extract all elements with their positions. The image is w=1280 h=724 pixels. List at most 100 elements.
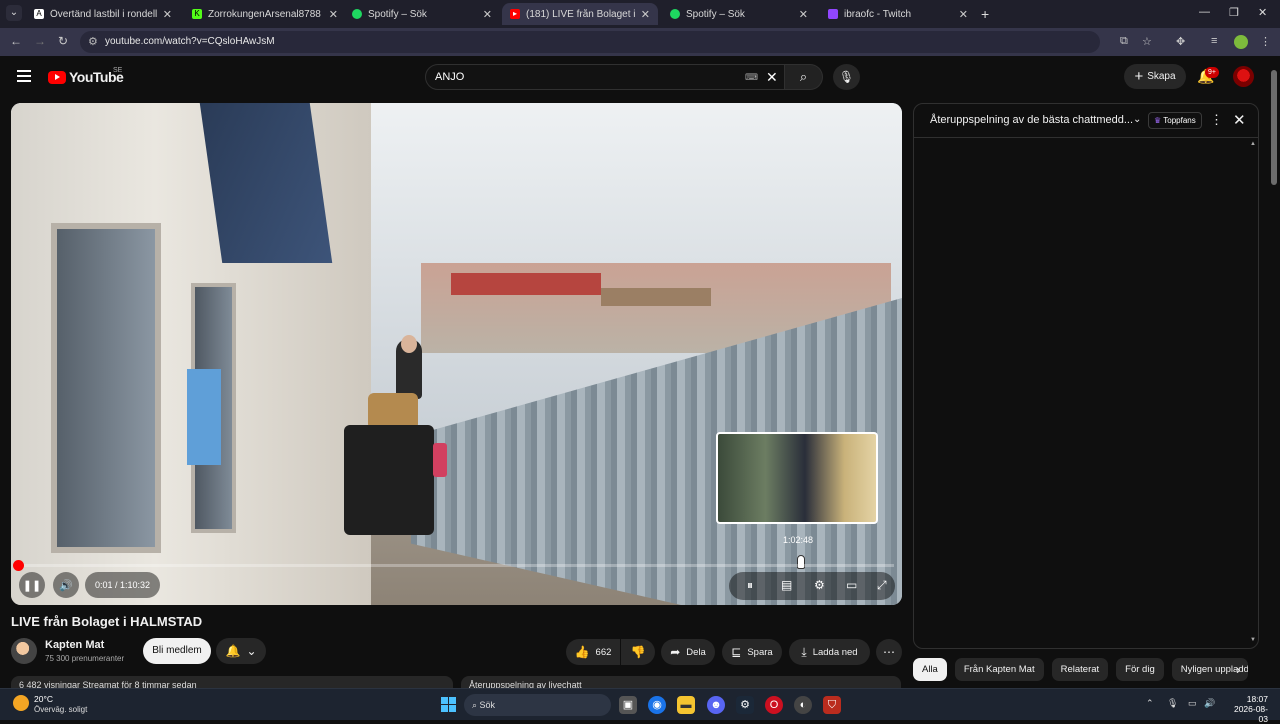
minimize-icon[interactable]: — [1199,6,1210,18]
cast-icon[interactable]: ⧉ [1120,35,1128,48]
channel-name[interactable]: Kapten Mat [45,639,104,651]
address-bar-row: ← → ↻ ⚙ youtube.com/watch?v=CQsloHAwJsM … [0,28,1280,56]
chat-scroll-down-icon[interactable]: ▼ [1250,637,1256,643]
tab-close-icon[interactable]: ✕ [641,8,650,21]
file-explorer-icon[interactable]: ▬ [677,696,695,714]
save-label: Spara [747,646,773,658]
media-controls-icon[interactable]: ≡ [1211,35,1217,47]
discord-icon[interactable]: ☻ [707,696,725,714]
account-avatar[interactable] [1233,66,1254,87]
tab-favicon-icon: K [192,9,202,19]
share-icon: ➦ [670,645,681,659]
voice-search-button[interactable]: 🎙 [833,64,860,90]
video-player[interactable]: 1:02:48 ❚❚ 🔊 0:01 / 1:10:32 ⏸ ▤ ⚙ ▭ ⤢ [11,103,902,605]
chat-more-icon[interactable]: ⋮ [1210,112,1223,128]
site-info-icon[interactable]: ⚙ [88,35,98,48]
thumbs-up-icon: 👍 [574,645,590,659]
browser-menu-icon[interactable]: ⋮ [1260,35,1271,48]
video-title: LIVE från Bolaget i HALMSTAD [11,614,203,629]
network-icon[interactable]: ▭ [1188,698,1197,709]
task-view-icon[interactable]: ▣ [619,696,637,714]
app-icon[interactable]: ◐ [794,696,812,714]
windows-start-icon[interactable] [441,697,456,712]
top-fans-badge[interactable]: ♛ Toppfans [1148,112,1202,129]
steam-icon[interactable]: ⚙ [736,696,754,714]
dislike-button[interactable]: 👎 [621,639,655,665]
weather-sun-icon[interactable] [13,695,29,711]
tab-close-icon[interactable]: ✕ [799,8,808,21]
shield-icon[interactable]: ⛉ [823,696,841,714]
chat-mode-title[interactable]: Återuppspelning av de bästa chattmedd... [930,114,1133,126]
download-button[interactable]: ⤓ Ladda ned [789,639,870,665]
video-frame-basket [368,393,418,427]
notification-count-badge: 9+ [1205,67,1219,78]
join-button[interactable]: Bli medlem [143,638,211,664]
browser-profile-avatar[interactable] [1234,35,1248,49]
tab-favicon-icon: A [34,9,44,19]
menu-icon[interactable] [17,70,31,85]
close-window-icon[interactable]: ✕ [1258,6,1267,19]
share-button[interactable]: ➦ Dela [661,639,715,665]
microphone-icon: 🎙 [838,70,855,84]
browser-tab[interactable]: Spotify – Sök ✕ [662,3,816,25]
tab-close-icon[interactable]: ✕ [959,8,968,21]
bookmark-star-icon[interactable]: ☆ [1142,35,1152,48]
chevron-right-icon[interactable]: › [1236,662,1240,677]
chip-all[interactable]: Alla [913,658,947,681]
live-chat-panel: Återuppspelning av de bästa chattmedd...… [913,103,1259,649]
description-box[interactable]: 6 482 visningar Streamat för 8 timmar se… [11,676,453,688]
theater-mode-icon[interactable]: ▭ [846,578,857,592]
clear-search-icon[interactable]: ✕ [766,69,778,86]
opera-icon[interactable]: O [765,696,783,714]
extensions-icon[interactable]: ✥ [1176,35,1185,48]
browser-tab[interactable]: K ZorrokungenArsenal8788 Strea ✕ [184,3,346,25]
tab-close-icon[interactable]: ✕ [329,8,338,21]
fullscreen-icon[interactable]: ⤢ [877,578,887,593]
keyboard-icon[interactable]: ⌨ [745,72,758,83]
browser-tab[interactable]: Spotify – Sök ✕ [344,3,500,25]
autoplay-toggle-icon[interactable]: ⏸ [747,578,753,593]
subtitles-icon[interactable]: ▤ [781,578,792,592]
url-field[interactable]: ⚙ youtube.com/watch?v=CQsloHAwJsM [80,31,1100,53]
chat-scroll-up-icon[interactable]: ▲ [1250,141,1256,147]
like-button[interactable]: 👍 662 [566,639,620,665]
chat-header: Återuppspelning av de bästa chattmedd...… [914,104,1258,138]
create-button[interactable]: + Skapa [1124,64,1186,89]
settings-gear-icon[interactable]: ⚙ [814,578,825,592]
search-input[interactable]: ANJO ⌨ ✕ [425,64,785,90]
new-tab-button[interactable]: + [981,6,989,22]
tab-search-icon[interactable]: ⌄ [6,5,22,21]
chip-related[interactable]: Relaterat [1051,658,1109,681]
microphone-tray-icon[interactable]: 🎙 [1167,698,1178,709]
progress-bar[interactable] [19,564,894,567]
tab-close-icon[interactable]: ✕ [483,8,492,21]
notification-settings-button[interactable]: 🔔 ⌄ [216,638,266,664]
chat-replay-box[interactable]: Återuppspelning av livechatt [461,676,901,688]
search-button[interactable]: ⌕ [785,64,823,90]
taskbar-search-field[interactable]: ⌕ Sök [464,694,611,716]
save-button[interactable]: ⊑ Spara [722,639,782,665]
chat-close-icon[interactable]: ✕ [1233,111,1246,129]
download-icon: ⤓ [801,644,807,659]
volume-tray-icon[interactable]: 🔊 [1204,698,1215,709]
back-icon[interactable]: ← [10,34,22,48]
forward-icon[interactable]: → [34,34,46,48]
tab-close-icon[interactable]: ✕ [163,8,172,21]
reload-icon[interactable]: ↻ [58,34,68,48]
mute-button[interactable]: 🔊 [53,572,79,598]
channel-avatar[interactable] [11,638,37,664]
browser-tab[interactable]: ibraofc - Twitch ✕ [820,3,976,25]
chip-for-you[interactable]: För dig [1116,658,1164,681]
page-scrollbar[interactable] [1271,70,1277,185]
browser-tab[interactable]: A Övertänd lastbil i rondell - Sen ✕ [26,3,180,25]
browser-tab-active[interactable]: ▸ (181) LIVE från Bolaget i HA ✕ [502,3,658,25]
more-horizontal-icon: ⋯ [883,645,895,659]
chevron-down-icon[interactable]: ⌄ [1133,114,1141,125]
pause-button[interactable]: ❚❚ [19,572,45,598]
chrome-icon[interactable]: ◉ [648,696,666,714]
more-actions-button[interactable]: ⋯ [876,639,902,665]
scrubber-handle[interactable] [13,560,24,571]
chip-from-channel[interactable]: Från Kapten Mat [954,658,1044,681]
maximize-icon[interactable]: ❐ [1229,6,1239,19]
tray-chevron-up-icon[interactable]: ⌃ [1146,698,1154,709]
